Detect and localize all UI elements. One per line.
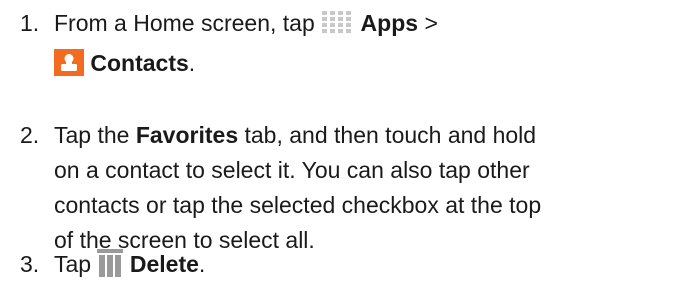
step-text-pre: Tap	[54, 251, 92, 277]
punctuation: .	[198, 251, 206, 277]
delete-label: Delete	[129, 251, 199, 277]
punctuation: .	[188, 50, 196, 76]
step-line: Tap Delete.	[54, 247, 684, 287]
trash-icon	[97, 249, 124, 287]
separator: >	[424, 10, 438, 36]
step-text-post: tab, and then touch and hold	[244, 122, 537, 148]
favorites-label: Favorites	[135, 122, 239, 148]
step-text-pre: Tap the	[54, 122, 130, 148]
step-text-pre: From a Home screen, tap	[54, 10, 315, 36]
apps-grid-icon	[321, 10, 354, 46]
contacts-label: Contacts	[90, 50, 189, 76]
step-line: on a contact to select it. You can also …	[54, 157, 530, 183]
contacts-icon	[54, 49, 84, 86]
step-line: Contacts.	[54, 46, 684, 86]
step-number: 2.	[20, 122, 40, 148]
step-line: Tap the Favorites tab, and then touch an…	[54, 118, 684, 153]
step-line: contacts or tap the selected checkbox at…	[54, 192, 542, 218]
step-number: 1.	[20, 10, 40, 36]
apps-label: Apps	[360, 10, 419, 36]
step-text: Tap Delete.	[54, 247, 684, 287]
step-number: 3.	[20, 251, 40, 277]
step-text: Tap the Favorites tab, and then touch an…	[54, 118, 684, 258]
step-line: From a Home screen, tap Apps >	[54, 6, 684, 46]
step-text: From a Home screen, tap Apps > Contacts.	[54, 6, 684, 86]
